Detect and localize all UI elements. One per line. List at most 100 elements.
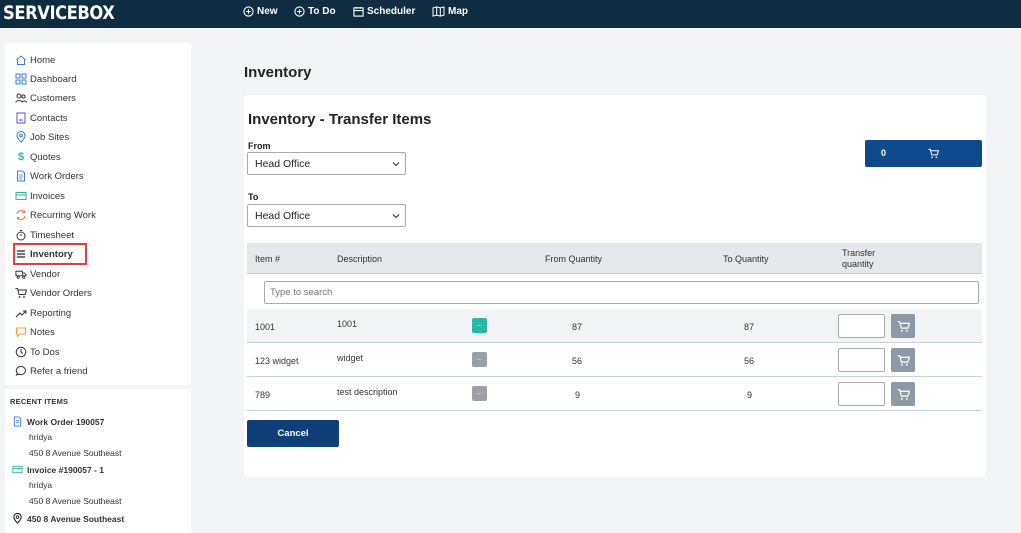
sidebar-item-label: Vendor Orders: [30, 287, 92, 299]
from-select-value: Head Office: [255, 157, 311, 170]
sidebar-item-work-orders[interactable]: Work Orders: [15, 167, 84, 185]
chevron-down-icon: [392, 162, 400, 167]
nav-new[interactable]: New: [243, 6, 278, 17]
sidebar-item-label: Dashboard: [30, 73, 77, 85]
sidebar-item-timesheet[interactable]: Timesheet: [15, 226, 74, 244]
cell-description: widget: [337, 353, 364, 363]
invoice-icon: [15, 190, 27, 202]
nav-map[interactable]: Map: [432, 6, 468, 17]
nav-todo-label: To Do: [308, 6, 336, 17]
sidebar-item-label: Refer a friend: [30, 365, 88, 377]
sidebar-item-recurring-work[interactable]: Recurring Work: [15, 206, 96, 224]
more-button[interactable]: ...: [472, 386, 487, 401]
sidebar-item-dashboard[interactable]: Dashboard: [15, 70, 76, 88]
cell-description: 1001: [337, 319, 358, 329]
sidebar-item-notes[interactable]: Notes: [15, 323, 55, 341]
sidebar-item-vendor[interactable]: Vendor: [15, 265, 60, 283]
table-row: 789 test description ... 9 9: [247, 377, 982, 411]
card-title: Inventory - Transfer Items: [248, 111, 432, 128]
cart-button[interactable]: 0: [865, 140, 982, 167]
cell-item: 123 widget: [255, 356, 299, 366]
sidebar-item-label: Quotes: [30, 151, 61, 163]
recent-item-line: hridya: [29, 480, 53, 490]
sidebar-item-home[interactable]: Home: [15, 51, 55, 69]
document-icon: [12, 416, 23, 427]
search-input[interactable]: [264, 281, 979, 304]
cell-to-quantity: 87: [744, 322, 755, 332]
transfer-card: Inventory - Transfer Items From Head Off…: [244, 95, 986, 477]
sidebar-item-label: Work Orders: [30, 170, 84, 182]
recurring-icon: [15, 209, 27, 221]
from-select[interactable]: Head Office: [247, 152, 406, 175]
chevron-down-icon: [392, 214, 400, 219]
cancel-button[interactable]: Cancel: [247, 420, 339, 447]
cell-from-quantity: 9: [575, 390, 581, 400]
sidebar-item-todos[interactable]: To Dos: [15, 343, 60, 361]
table-row: 123 widget widget ... 56 56: [247, 343, 982, 377]
cart-icon: [15, 287, 27, 299]
recent-items-title: RECENT ITEMS: [10, 397, 69, 406]
recent-item-invoice[interactable]: Invoice #190057 - 1: [12, 464, 104, 475]
more-button[interactable]: ...: [472, 352, 487, 367]
nav-map-label: Map: [448, 6, 468, 17]
top-navbar: SERVICEBOX New To Do Scheduler Map: [0, 0, 1021, 28]
invoice-icon: [12, 464, 23, 475]
more-button[interactable]: ...: [472, 318, 487, 333]
sidebar-item-quotes[interactable]: $ Quotes: [15, 148, 61, 166]
from-label: From: [248, 141, 271, 151]
users-icon: [15, 92, 27, 104]
table-header: Item # Description From Quantity To Quan…: [247, 243, 982, 274]
document-icon: [15, 170, 27, 182]
transfer-quantity-input[interactable]: [838, 382, 885, 406]
recent-item-line: 450 8 Avenue Southeast: [29, 496, 122, 506]
transfer-quantity-input[interactable]: [838, 348, 885, 372]
cell-description: test description: [337, 387, 398, 397]
stopwatch-icon: [15, 229, 27, 241]
sidebar-item-invoices[interactable]: Invoices: [15, 187, 65, 205]
chat-icon: [15, 365, 27, 377]
home-icon: [15, 54, 27, 66]
page-title: Inventory: [244, 64, 312, 81]
sidebar: Home Dashboard Customers Contacts Job Si…: [5, 43, 191, 385]
recent-item-work-order[interactable]: Work Order 190057: [12, 416, 104, 427]
recent-item-title: 450 8 Avenue Southeast: [27, 513, 125, 524]
recent-item-job-site[interactable]: 450 8 Avenue Southeast: [12, 513, 124, 524]
to-select[interactable]: Head Office: [247, 204, 406, 227]
recent-item-title: Work Order 190057: [27, 416, 105, 427]
cell-from-quantity: 87: [572, 322, 583, 332]
calendar-icon: [353, 6, 364, 17]
brand-logo[interactable]: SERVICEBOX: [3, 2, 115, 24]
sidebar-item-contacts[interactable]: Contacts: [15, 109, 68, 127]
cart-icon: [897, 354, 910, 366]
sidebar-item-label: Recurring Work: [30, 209, 96, 221]
transfer-quantity-input[interactable]: [838, 314, 885, 338]
clock-icon: [15, 346, 27, 358]
sidebar-item-reporting[interactable]: Reporting: [15, 304, 71, 322]
location-pin-icon: [15, 131, 27, 143]
cart-icon: [928, 148, 939, 158]
sidebar-item-label: Invoices: [30, 190, 65, 202]
cell-to-quantity: 9: [747, 390, 753, 400]
nav-scheduler[interactable]: Scheduler: [353, 6, 415, 17]
table-row: 1001 1001 ... 87 87: [247, 309, 982, 343]
add-to-cart-button[interactable]: [891, 348, 915, 372]
nav-todo[interactable]: To Do: [294, 6, 336, 17]
sidebar-item-label: Customers: [30, 92, 76, 104]
recent-item-line: 450 8 Avenue Southeast: [29, 448, 122, 458]
add-to-cart-button[interactable]: [891, 382, 915, 406]
sidebar-item-vendor-orders[interactable]: Vendor Orders: [15, 284, 92, 302]
grid-icon: [15, 73, 27, 85]
cart-icon: [897, 388, 910, 400]
location-pin-icon: [12, 513, 23, 524]
sidebar-item-job-sites[interactable]: Job Sites: [15, 128, 69, 146]
sidebar-item-label: Job Sites: [30, 131, 70, 143]
cell-item: 789: [255, 390, 271, 400]
add-to-cart-button[interactable]: [891, 314, 915, 338]
truck-icon: [15, 268, 27, 280]
sidebar-item-refer-a-friend[interactable]: Refer a friend: [15, 362, 88, 380]
sidebar-item-customers[interactable]: Customers: [15, 89, 76, 107]
column-header-item: Item #: [255, 254, 281, 264]
cell-from-quantity: 56: [572, 356, 583, 366]
active-item-highlight: [13, 243, 87, 265]
sidebar-item-label: Contacts: [30, 112, 68, 124]
